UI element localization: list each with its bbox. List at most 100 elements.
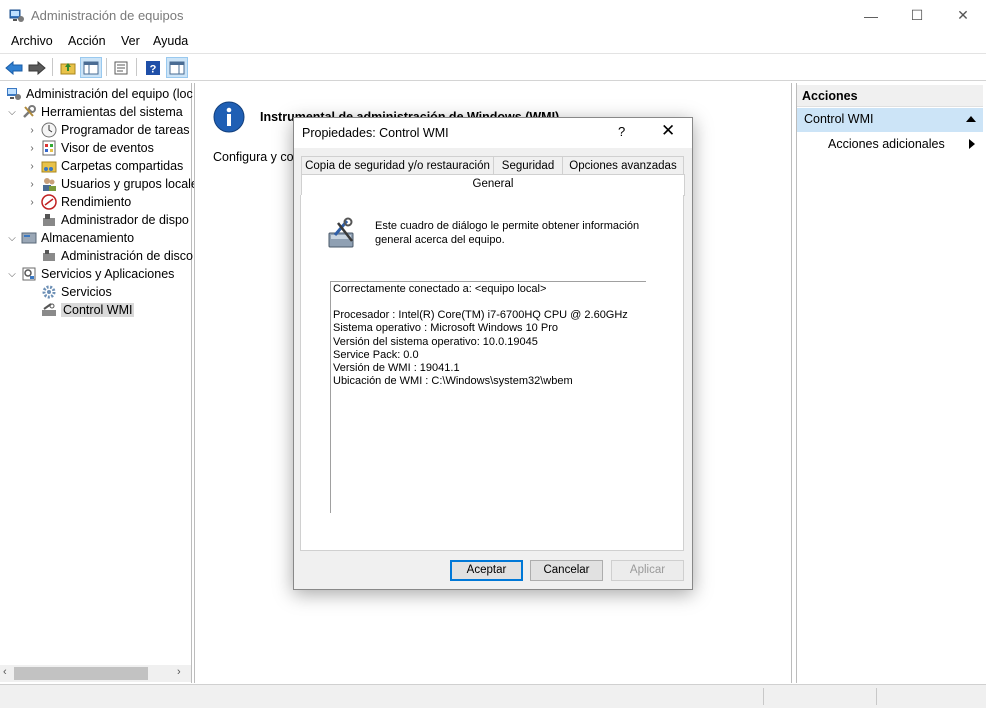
dialog-intro-text: Este cuadro de diálogo le permite obtene…	[375, 220, 640, 246]
scroll-left-icon[interactable]: ‹	[3, 666, 7, 678]
action-pane-icon	[169, 61, 185, 74]
properties-button[interactable]	[110, 57, 132, 78]
wmi-tools-icon	[328, 217, 354, 248]
menu-archivo[interactable]: Archivo	[11, 34, 53, 48]
tree-item-services-apps[interactable]: ⌵ Servicios y Aplicaciones	[6, 265, 174, 283]
tree-item-label: Servicios y Aplicaciones	[41, 267, 175, 281]
dialog-help-button[interactable]: ?	[618, 124, 625, 139]
chevron-right-icon[interactable]: ›	[26, 179, 38, 190]
computer-info-box: Correctamente conectado a: <equipo local…	[330, 281, 646, 513]
scroll-right-icon[interactable]: ›	[177, 666, 181, 678]
tree-item-local-users[interactable]: › Usuarios y grupos locale	[26, 175, 198, 193]
device-manager-icon	[43, 214, 55, 226]
help-button[interactable]: ?	[142, 57, 164, 78]
chevron-right-icon[interactable]: ›	[26, 161, 38, 172]
folder-up-icon	[60, 62, 76, 74]
page-description: Configura y co	[213, 150, 294, 164]
actions-pane	[796, 83, 986, 683]
wmi-control-icon	[42, 303, 56, 316]
tree-item-wmi-control[interactable]: Control WMI	[41, 301, 135, 319]
tree-item-label: Administración de disco	[61, 249, 194, 263]
console-tree-icon	[83, 61, 99, 74]
tree-item-root[interactable]: Administración del equipo (loc	[6, 85, 193, 103]
cancel-button[interactable]: Cancelar	[530, 560, 603, 581]
tree-item-label: Administración del equipo (loc	[26, 87, 193, 101]
collapse-icon[interactable]	[966, 116, 976, 122]
scrollbar-thumb[interactable]	[14, 667, 148, 680]
show-hide-console-tree-button[interactable]	[80, 57, 102, 78]
tree-item-label: Visor de eventos	[61, 141, 154, 155]
info-service-pack: Service Pack: 0.0	[333, 348, 419, 361]
maximize-button[interactable]: ☐	[894, 0, 940, 31]
chevron-right-icon[interactable]: ›	[26, 143, 38, 154]
tree-item-system-tools[interactable]: ⌵ Herramientas del sistema	[6, 103, 183, 121]
info-os-version: Versión del sistema operativo: 10.0.1904…	[333, 335, 538, 348]
forward-button[interactable]	[26, 57, 48, 78]
tab-advanced[interactable]: Opciones avanzadas	[562, 156, 684, 175]
chevron-down-icon[interactable]: ⌵	[6, 107, 18, 118]
minimize-button[interactable]: —	[848, 0, 894, 31]
info-connected: Correctamente conectado a: <equipo local…	[333, 283, 547, 295]
tree-item-label: Programador de tareas	[61, 123, 190, 137]
tree-item-label: Herramientas del sistema	[41, 105, 183, 119]
services-apps-icon	[22, 267, 36, 281]
dialog-title: Propiedades: Control WMI	[302, 126, 449, 140]
tab-general[interactable]: General	[301, 174, 685, 196]
tree-item-storage[interactable]: ⌵ Almacenamiento	[6, 229, 134, 247]
computer-management-icon	[9, 9, 24, 22]
tab-backup-restore[interactable]: Copia de seguridad y/o restauración	[301, 156, 494, 175]
gear-icon	[42, 285, 56, 299]
ok-button[interactable]: Aceptar	[450, 560, 523, 581]
performance-icon	[41, 194, 57, 210]
window-title: Administración de equipos	[31, 8, 184, 23]
more-actions-item[interactable]: Acciones adicionales	[828, 137, 945, 151]
tree-item-label: Servicios	[61, 285, 112, 299]
actions-section-wmi-control[interactable]: Control WMI	[797, 108, 983, 132]
chevron-right-icon[interactable]: ›	[26, 197, 38, 208]
menu-ver[interactable]: Ver	[121, 34, 140, 48]
chevron-right-icon[interactable]: ›	[26, 125, 38, 136]
shared-folder-icon	[41, 161, 57, 173]
maximize-icon: ☐	[910, 7, 924, 23]
toolbar: ?	[0, 53, 986, 81]
close-icon: ✕	[957, 7, 969, 23]
up-one-level-button[interactable]	[57, 57, 79, 78]
clock-icon	[41, 122, 57, 138]
back-arrow-icon	[5, 60, 23, 75]
menu-accion[interactable]: Acción	[68, 34, 106, 48]
tree-item-services[interactable]: Servicios	[41, 283, 112, 301]
back-button[interactable]	[3, 57, 25, 78]
tab-security[interactable]: Seguridad	[493, 156, 563, 175]
properties-icon	[114, 61, 128, 74]
info-wmi-location: Ubicación de WMI : C:\Windows\system32\w…	[333, 375, 573, 388]
info-wmi-version: Versión de WMI : 19041.1	[333, 362, 460, 375]
chevron-down-icon[interactable]: ⌵	[6, 233, 18, 244]
chevron-down-icon[interactable]: ⌵	[6, 269, 18, 280]
close-button[interactable]: ✕	[940, 0, 986, 31]
disk-icon	[43, 250, 55, 261]
help-icon: ?	[146, 60, 160, 75]
tree-item-disk-management[interactable]: Administración de disco	[41, 247, 193, 265]
show-hide-action-pane-button[interactable]	[166, 57, 188, 78]
storage-icon	[21, 232, 37, 244]
status-bar	[0, 684, 986, 708]
computer-management-icon	[7, 88, 21, 100]
tree-item-task-scheduler[interactable]: › Programador de tareas	[26, 121, 190, 139]
tree-item-label: Almacenamiento	[41, 231, 135, 245]
dialog-close-button[interactable]: ✕	[661, 121, 675, 141]
tree-item-label: Carpetas compartidas	[61, 159, 184, 173]
forward-arrow-icon	[28, 60, 46, 75]
tree-item-label: Control WMI	[61, 303, 135, 317]
menu-bar: Archivo Acción Ver Ayuda	[0, 31, 986, 53]
apply-button[interactable]: Aplicar	[611, 560, 684, 581]
menu-ayuda[interactable]: Ayuda	[153, 34, 188, 48]
event-viewer-icon	[42, 140, 56, 156]
tree-item-label: Usuarios y grupos locale	[61, 177, 198, 191]
minimize-icon: —	[864, 7, 878, 24]
tree-item-performance[interactable]: › Rendimiento	[26, 193, 131, 211]
tree-item-shared-folders[interactable]: › Carpetas compartidas	[26, 157, 183, 175]
tree-item-event-viewer[interactable]: › Visor de eventos	[26, 139, 154, 157]
svg-text:?: ?	[150, 63, 157, 75]
tools-icon	[23, 105, 36, 118]
tree-item-device-manager[interactable]: Administrador de dispo	[41, 211, 189, 229]
